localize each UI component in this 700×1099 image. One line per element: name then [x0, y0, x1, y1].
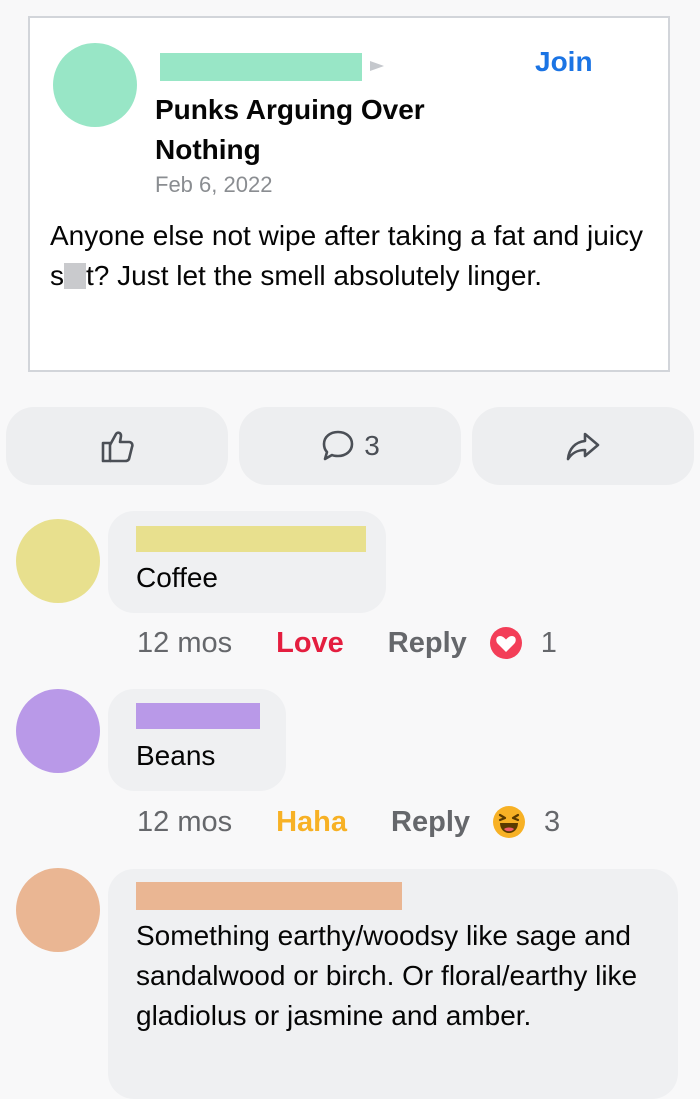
redacted-commenter-name [136, 526, 366, 552]
group-name[interactable]: Punks Arguing Over Nothing [155, 90, 455, 170]
thumbs-up-icon [101, 431, 134, 463]
haha-emoji-icon [493, 806, 526, 838]
comment-meta: 12 mos Love Reply 1 [137, 626, 557, 660]
redacted-commenter-name [136, 882, 402, 910]
comment-meta: 12 mos Haha Reply 3 [137, 805, 560, 839]
post-card: Join Punks Arguing Over Nothing Feb 6, 2… [28, 16, 670, 372]
comment-text: Beans [136, 740, 216, 771]
comment-icon [322, 430, 354, 461]
redacted-author-name [160, 53, 362, 81]
comment-text: Coffee [136, 562, 218, 593]
share-icon [566, 432, 600, 461]
arrow-right-icon [370, 61, 384, 71]
commenter-avatar[interactable] [16, 868, 100, 952]
reaction-label-haha[interactable]: Haha [276, 806, 347, 839]
comment-count: 3 [364, 430, 380, 461]
comment-bubble: Beans [108, 689, 286, 791]
comment-time[interactable]: 12 mos [137, 627, 232, 660]
post-text-end: t? Just let the smell absolutely linger. [86, 260, 543, 291]
reaction-label-love[interactable]: Love [276, 627, 344, 660]
reply-button[interactable]: Reply [391, 806, 470, 839]
reply-button[interactable]: Reply [388, 627, 467, 660]
comment-time[interactable]: 12 mos [137, 806, 232, 839]
commenter-avatar[interactable] [16, 519, 100, 603]
comment-button[interactable]: 3 [239, 407, 461, 485]
group-avatar[interactable] [53, 43, 137, 127]
post-date[interactable]: Feb 6, 2022 [155, 172, 272, 198]
heart-icon [489, 627, 522, 659]
share-button[interactable] [472, 407, 694, 485]
censor-block [64, 263, 86, 289]
comment-bubble: Coffee [108, 511, 386, 613]
like-button[interactable] [6, 407, 228, 485]
post-text: Anyone else not wipe after taking a fat … [50, 216, 660, 296]
commenter-avatar[interactable] [16, 689, 100, 773]
redacted-commenter-name [136, 703, 260, 729]
comment-bubble: Something earthy/woodsy like sage and sa… [108, 869, 678, 1099]
reaction-count[interactable]: 1 [541, 627, 557, 660]
comment-text: Something earthy/woodsy like sage and sa… [136, 920, 638, 1031]
join-button[interactable]: Join [535, 46, 593, 78]
reaction-count[interactable]: 3 [544, 806, 560, 839]
